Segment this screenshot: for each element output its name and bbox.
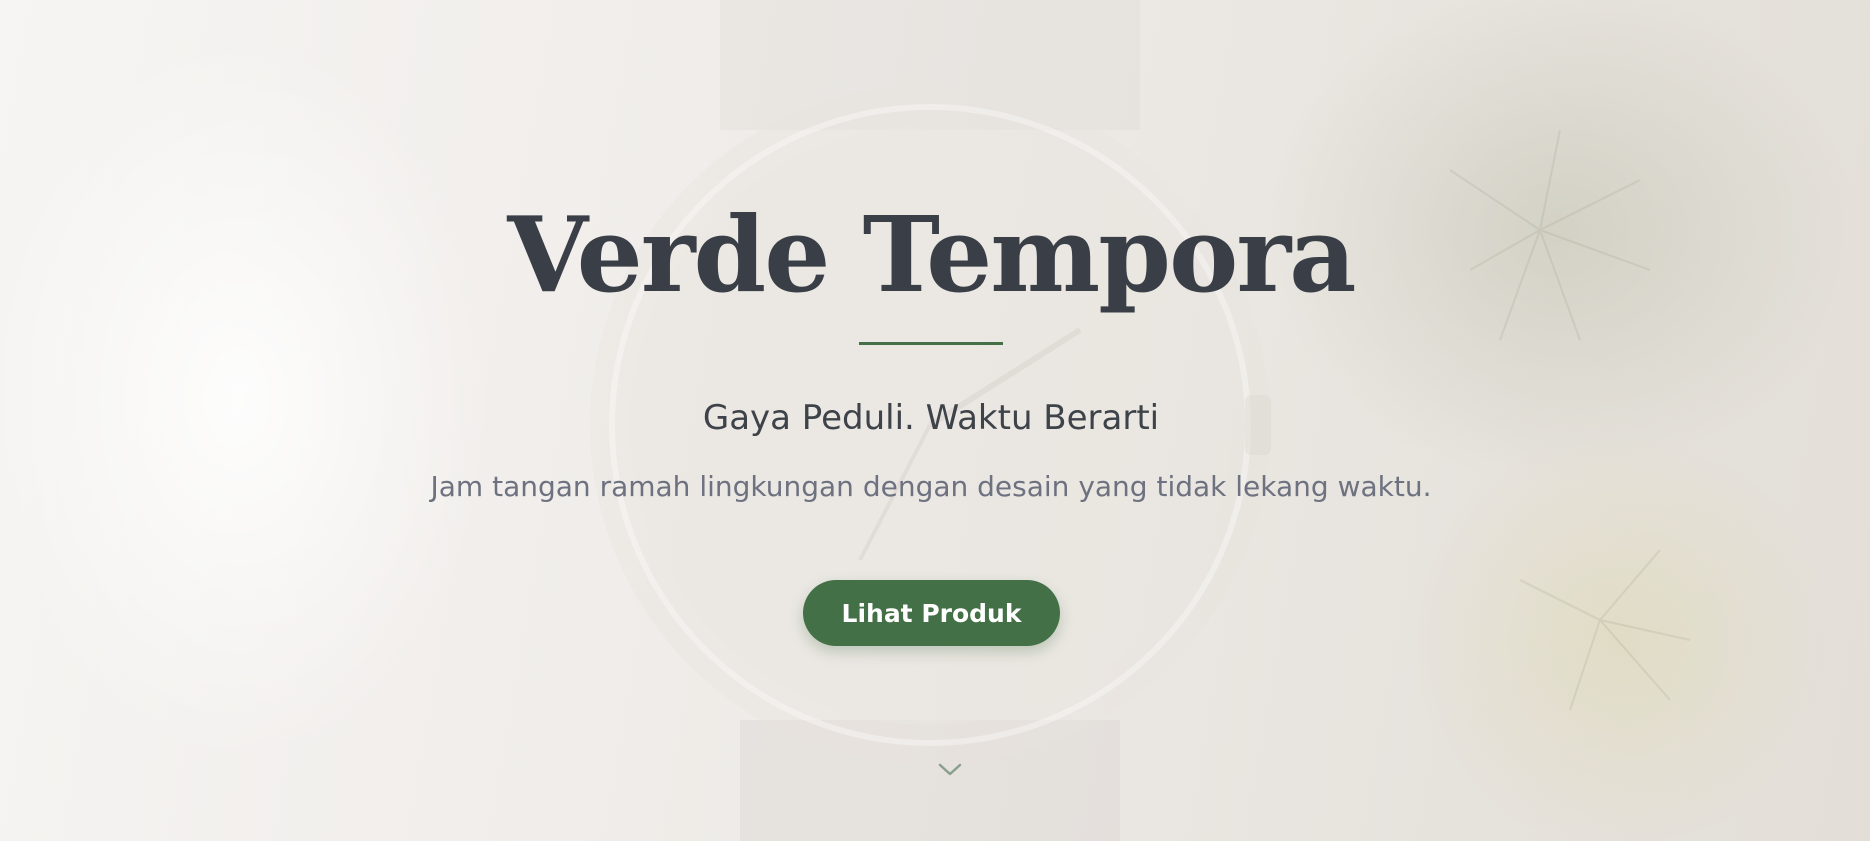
- hero-title: Verde Tempora: [507, 193, 1356, 316]
- chevron-down-icon[interactable]: [936, 758, 964, 782]
- hero-description: Jam tangan ramah lingkungan dengan desai…: [430, 470, 1432, 503]
- hero-tagline: Gaya Peduli. Waktu Berarti: [702, 398, 1160, 438]
- view-products-button[interactable]: Lihat Produk: [803, 580, 1060, 646]
- hero-section: Verde Tempora Gaya Peduli. Waktu Berarti…: [0, 0, 1870, 841]
- hero-content: Verde Tempora Gaya Peduli. Waktu Berarti…: [0, 0, 1870, 841]
- title-divider: [859, 342, 1003, 345]
